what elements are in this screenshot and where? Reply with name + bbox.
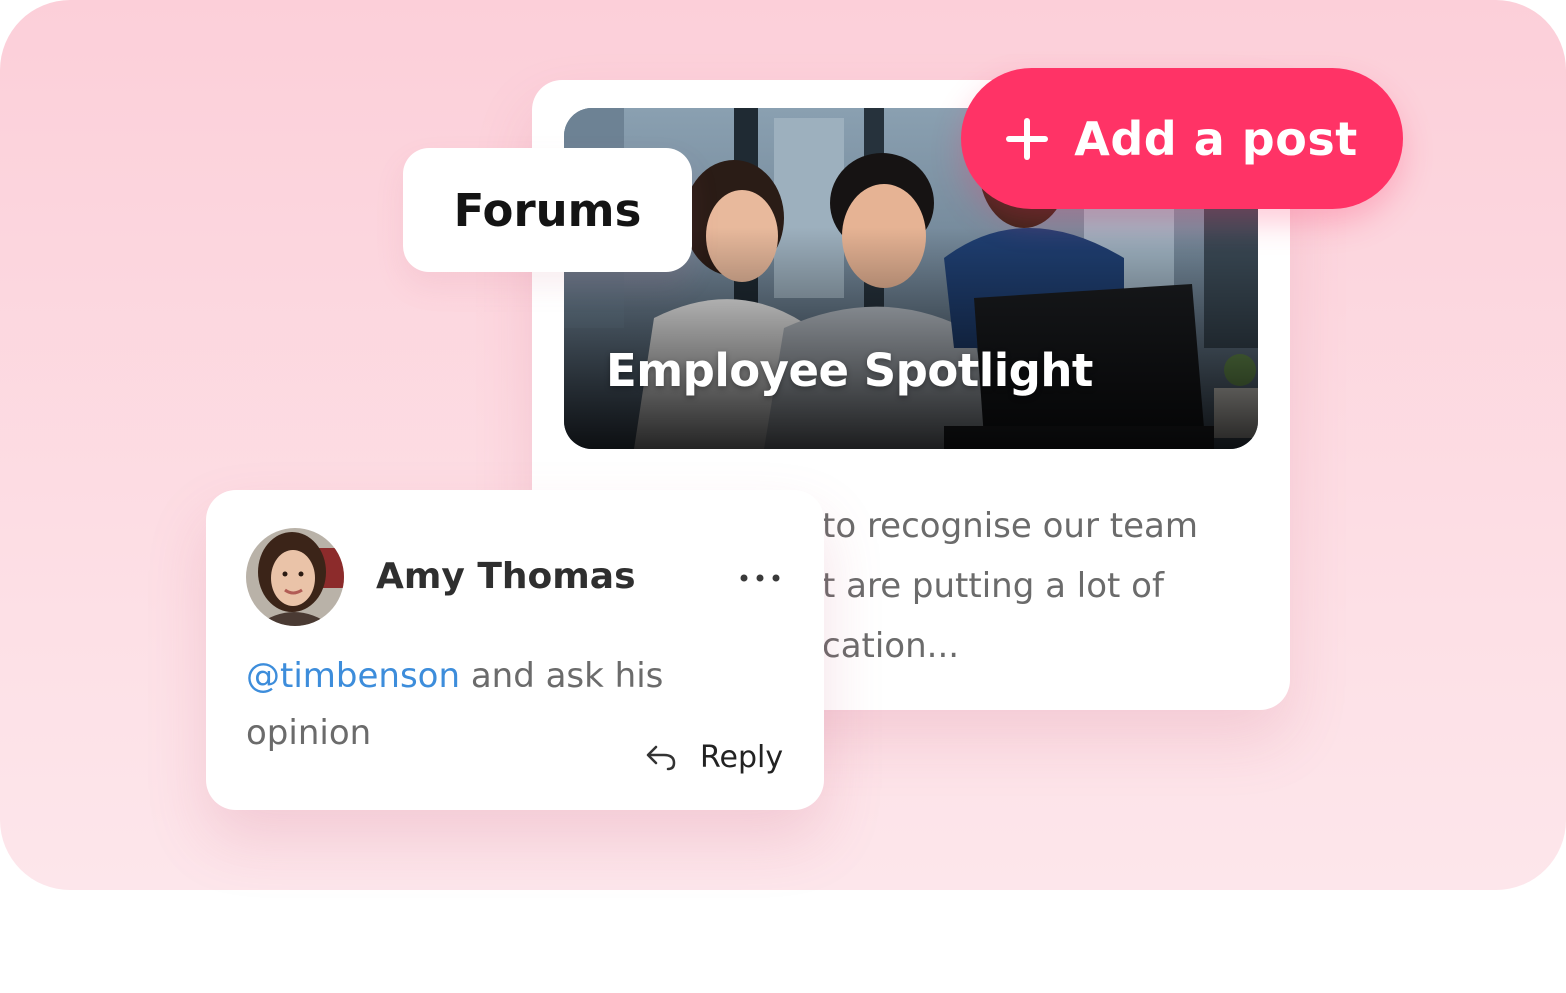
comment-author[interactable]: Amy Thomas (376, 556, 636, 597)
avatar[interactable] (246, 528, 344, 626)
add-post-button[interactable]: Add a post (961, 68, 1403, 209)
reply-label: Reply (700, 740, 784, 775)
avatar-photo (246, 528, 344, 626)
post-excerpt-line: t are putting a lot of (822, 566, 1164, 606)
plus-icon (1006, 117, 1049, 160)
post-excerpt-line: cation... (822, 626, 960, 666)
post-excerpt: to recognise our team t are putting a lo… (822, 496, 1262, 676)
stage: Employee Spotlight to recognise our team… (0, 0, 1566, 993)
add-post-label: Add a post (1074, 111, 1358, 166)
user-mention-link[interactable]: @timbenson (246, 656, 460, 696)
comment-card: Amy Thomas @timbenson and ask his opinio… (206, 490, 824, 810)
comment-body: @timbenson and ask his opinion (246, 648, 666, 762)
forums-tab[interactable]: Forums (403, 148, 692, 272)
reply-button[interactable]: Reply (644, 740, 783, 775)
more-dots-icon[interactable] (738, 570, 782, 586)
reply-arrow-icon (646, 745, 676, 770)
post-excerpt-line: to recognise our team (822, 506, 1198, 546)
forums-tab-label: Forums (453, 183, 642, 237)
post-title: Employee Spotlight (606, 344, 1093, 397)
